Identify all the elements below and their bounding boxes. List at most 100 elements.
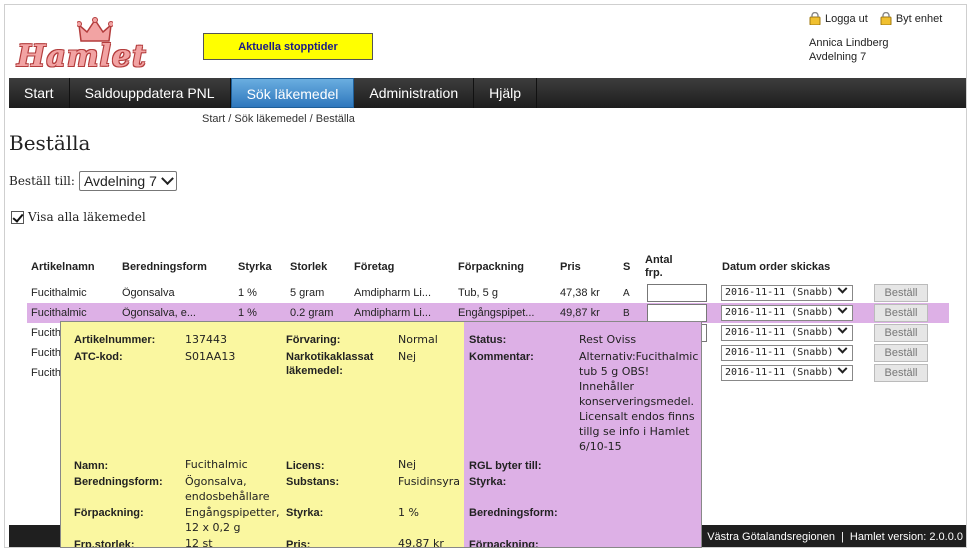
storage-value: Normal <box>398 333 438 346</box>
col-header-s: S <box>623 261 631 273</box>
table-row: Fucithalmic Ögonsalva 1 % 5 gram Amdipha… <box>27 283 949 303</box>
user-links: Logga ut Byt enhet <box>809 12 942 25</box>
footer-region: Västra Götalandsregionen <box>707 531 836 543</box>
order-button[interactable]: Beställ <box>874 284 928 302</box>
form-value: Ögonsalva, endosbehållare <box>185 475 270 503</box>
license-label: Licens: <box>286 460 325 472</box>
chevron-down-icon <box>837 323 848 334</box>
row-name: Fucithalmic <box>31 307 87 319</box>
comment-label: Kommentar: <box>469 351 534 363</box>
substance-label: Substans: <box>286 476 340 488</box>
user-info: Annica Lindberg Avdelning 7 <box>809 36 889 64</box>
col-header-date: Datum order skickas <box>722 261 831 273</box>
lock-icon <box>880 12 892 25</box>
chevron-down-icon <box>837 303 848 314</box>
article-number-label: Artikelnummer: <box>74 334 156 346</box>
footer-separator: | <box>841 531 844 543</box>
order-button[interactable]: Beställ <box>874 304 928 322</box>
breadcrumb-start[interactable]: Start <box>202 113 225 125</box>
rgl-strength-label: Styrka: <box>469 476 507 488</box>
comment-value: Alternativ:Fucithalmic tub 5 g OBS! Inne… <box>579 350 699 453</box>
logo-text: Hamlet <box>17 39 147 74</box>
row-package: Engångspipet... <box>458 307 535 319</box>
chevron-down-icon <box>837 343 848 354</box>
strength-label: Styrka: <box>286 507 324 519</box>
row-package: Tub, 5 g <box>458 287 498 299</box>
logout-label: Logga ut <box>825 12 868 25</box>
user-unit: Avdelning 7 <box>809 51 867 63</box>
article-number-value: 137443 <box>185 333 227 346</box>
nav-item-search-drugs[interactable]: Sök läkemedel <box>230 78 355 108</box>
row-price: 47,38 kr <box>560 287 600 299</box>
col-header-form: Beredningsform <box>122 261 207 273</box>
price-value: 49,87 kr <box>398 537 444 548</box>
order-to-value: Avdelning 7 <box>83 173 157 189</box>
main-nav: Start Saldouppdatera PNL Sök läkemedel A… <box>9 78 966 108</box>
switch-unit-link[interactable]: Byt enhet <box>880 12 942 25</box>
nav-item-stock-update[interactable]: Saldouppdatera PNL <box>70 78 231 108</box>
user-name: Annica Lindberg <box>809 37 889 49</box>
row-company: Amdipharm Li... <box>354 307 432 319</box>
name-label: Namn: <box>74 460 109 472</box>
rgl-label: RGL byter till: <box>469 460 542 472</box>
license-value: Nej <box>398 458 417 471</box>
quantity-input[interactable] <box>647 304 707 322</box>
date-value: 2016-11-11 (Snabb) <box>725 307 834 318</box>
breadcrumb-search-drugs[interactable]: Sök läkemedel <box>234 113 306 125</box>
switch-unit-label: Byt enhet <box>895 12 943 25</box>
rgl-form-label: Beredningsform: <box>469 507 558 519</box>
breadcrumb-order: Beställa <box>315 113 355 125</box>
quantity-input[interactable] <box>647 284 707 302</box>
table-header: Artikelnamn Beredningsform Styrka Storle… <box>27 250 949 279</box>
price-label: Pris: <box>286 539 311 548</box>
row-form: Ögonsalva, e... <box>122 307 196 319</box>
storage-label: Förvaring: <box>286 334 341 346</box>
date-value: 2016-11-11 (Snabb) <box>725 287 834 298</box>
date-select[interactable]: 2016-11-11 (Snabb) <box>721 363 853 381</box>
narcotic-value: Nej <box>398 350 417 363</box>
order-button[interactable]: Beställ <box>874 324 928 342</box>
show-all-label: Visa alla läkemedel <box>28 210 146 224</box>
show-all-drugs: Visa alla läkemedel <box>11 210 146 224</box>
chevron-down-icon <box>837 283 848 294</box>
frp-size-value: 12 st <box>185 537 213 548</box>
footer-version: Hamlet version: 2.0.0.0 <box>849 531 963 543</box>
row-company: Amdipharm Li... <box>354 287 432 299</box>
nav-item-administration[interactable]: Administration <box>354 78 475 108</box>
row-size: 0.2 gram <box>290 307 334 319</box>
rgl-package-label: Förpackning: <box>469 539 539 548</box>
package-label: Förpackning: <box>74 507 144 519</box>
row-s: B <box>623 308 630 319</box>
col-header-size: Storlek <box>290 261 328 273</box>
strength-value: 1 % <box>398 506 419 519</box>
nav-item-help[interactable]: Hjälp <box>474 78 538 108</box>
order-to-select[interactable]: Avdelning 7 <box>78 171 177 191</box>
col-header-quantity: Antal frp. <box>645 254 673 279</box>
row-price: 49,87 kr <box>560 307 600 319</box>
order-button[interactable]: Beställ <box>874 364 928 382</box>
date-select[interactable]: 2016-11-11 (Snabb) <box>721 303 853 321</box>
order-to: Beställ till: Avdelning 7 <box>9 171 177 191</box>
col-header-company: Företag <box>354 261 395 273</box>
row-strength: 1 % <box>238 287 257 299</box>
order-to-label: Beställ till: <box>9 174 75 188</box>
form-label: Beredningsform: <box>74 476 163 488</box>
status-value: Rest Oviss <box>579 333 637 346</box>
hamlet-logo[interactable]: Hamlet <box>15 17 165 77</box>
date-select[interactable]: 2016-11-11 (Snabb) <box>721 283 853 301</box>
logout-link[interactable]: Logga ut <box>809 12 868 25</box>
row-form: Ögonsalva <box>122 287 175 299</box>
order-button[interactable]: Beställ <box>874 344 928 362</box>
date-select[interactable]: 2016-11-11 (Snabb) <box>721 343 853 361</box>
table-row: Fucithalmic Ögonsalva, e... 1 % 0.2 gram… <box>27 303 949 323</box>
lock-icon <box>809 12 821 25</box>
col-header-price: Pris <box>560 261 581 273</box>
date-select[interactable]: 2016-11-11 (Snabb) <box>721 323 853 341</box>
chevron-down-icon <box>837 363 848 374</box>
drug-details-popup: Artikelnummer: 137443 Förvaring: Normal … <box>60 321 702 548</box>
nav-item-start[interactable]: Start <box>9 78 70 108</box>
row-s: A <box>623 288 630 299</box>
current-stop-times-button[interactable]: Aktuella stopptider <box>203 33 373 60</box>
narcotic-label: Narkotikaklassat läkemedel: <box>286 351 374 377</box>
show-all-checkbox[interactable] <box>11 210 24 224</box>
